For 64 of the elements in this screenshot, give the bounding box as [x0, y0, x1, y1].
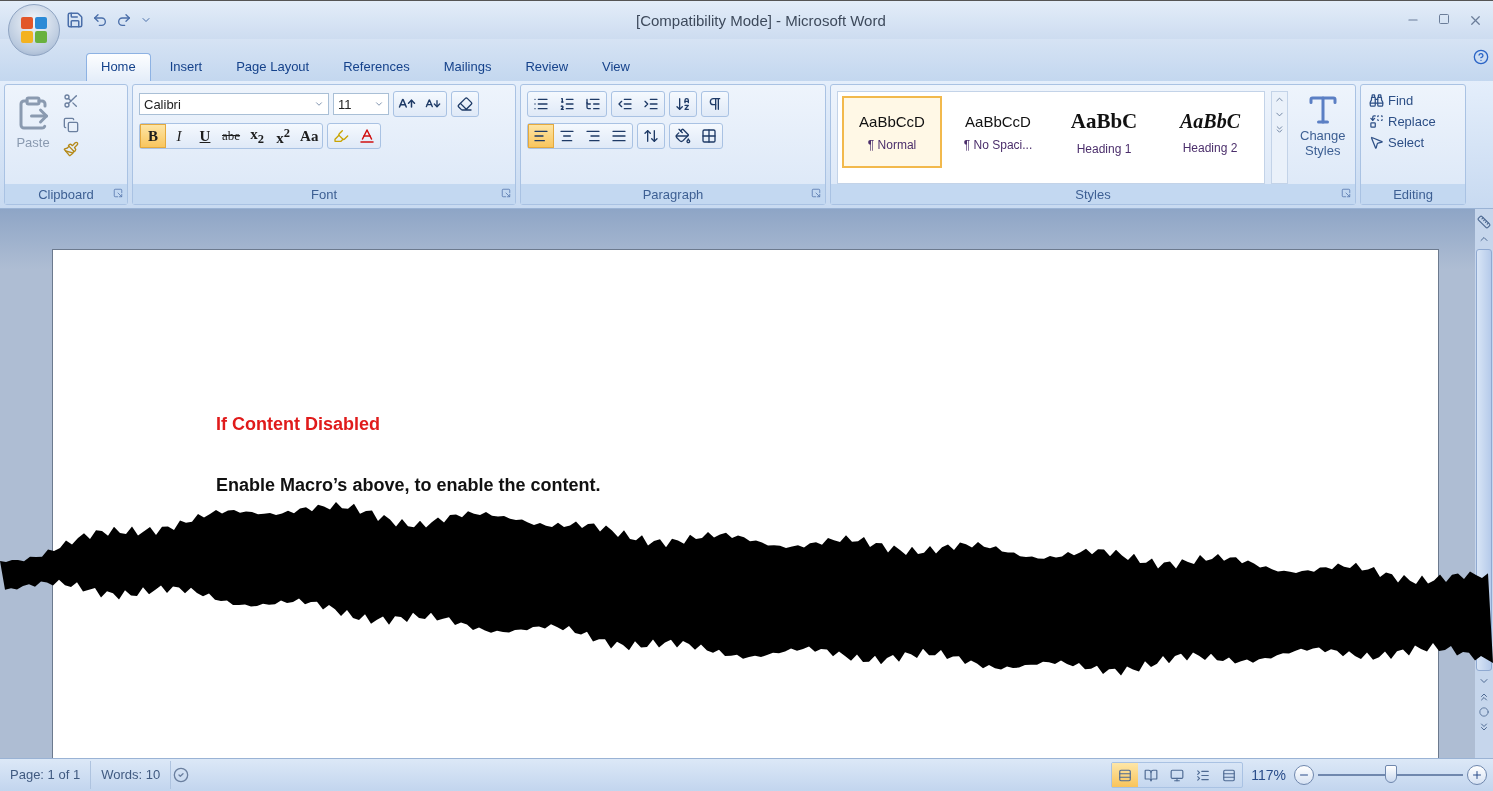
page-count: Page: 1 of 1 — [0, 761, 92, 789]
format-toggle[interactable]: abe — [218, 124, 245, 148]
dialog-launcher-icon[interactable] — [811, 188, 821, 198]
group-label: Styles — [1075, 186, 1111, 202]
find-button[interactable]: Find — [1367, 91, 1438, 110]
ribbon-tab[interactable]: Insert — [154, 53, 218, 81]
document-text: Enable Macro’s above, to enable the content. — [216, 475, 602, 496]
copy-icon[interactable] — [61, 115, 81, 135]
format-toggle[interactable]: B — [140, 124, 166, 148]
zoom-slider-thumb[interactable] — [1384, 765, 1397, 783]
ribbon-tab[interactable]: Review — [510, 53, 583, 81]
print-layout-button[interactable] — [1112, 763, 1139, 787]
dialog-launcher-icon[interactable] — [1341, 188, 1351, 198]
office-logo-icon — [20, 16, 48, 44]
undo-icon[interactable] — [92, 12, 108, 28]
save-icon[interactable] — [66, 11, 84, 29]
help-icon[interactable] — [1473, 49, 1489, 65]
plus-icon — [1471, 769, 1483, 781]
redo-icon[interactable] — [116, 12, 132, 28]
window-title: [Compatibility Mode] - Microsoft Word — [635, 11, 887, 29]
maximize-icon[interactable] — [1438, 12, 1450, 25]
ribbon-tab[interactable]: View — [587, 53, 645, 81]
font-name-field[interactable]: Calibri — [139, 93, 329, 115]
replace-button[interactable]: Replace — [1367, 112, 1438, 131]
ribbon-tab[interactable]: Mailings — [428, 53, 507, 81]
group-label: Clipboard — [38, 186, 94, 202]
ribbon-tab[interactable]: References — [328, 53, 425, 81]
ribbon-tab[interactable]: Page Layout — [221, 53, 325, 81]
format-toggle[interactable]: x$^{2}$ — [270, 124, 297, 148]
next-page-icon[interactable] — [1478, 721, 1490, 733]
select-button[interactable]: Select — [1367, 133, 1438, 152]
pointer-icon — [1369, 135, 1384, 150]
document-text: If Content Disabled — [216, 414, 381, 435]
style-item[interactable]: AaBbCcD ¶ Normal — [842, 96, 942, 168]
binoculars-icon — [1369, 93, 1384, 108]
page-icon — [1118, 767, 1133, 783]
group-label: Font — [311, 186, 337, 202]
change-case-button[interactable]: Aa — [296, 124, 323, 148]
lines-icon — [1222, 767, 1237, 783]
ruler-icon[interactable] — [1477, 215, 1491, 229]
caret-icon — [374, 99, 384, 109]
dialog-launcher-icon[interactable] — [113, 188, 123, 198]
replace-icon — [1369, 114, 1384, 129]
ribbon-tab[interactable]: Home — [86, 53, 151, 81]
format-painter-icon[interactable] — [61, 139, 81, 159]
zoom-level: 117% — [1250, 767, 1287, 783]
group-label: Paragraph — [642, 186, 704, 202]
change-styles-button[interactable]: Change Styles — [1294, 91, 1352, 184]
format-toggle[interactable]: I — [166, 124, 192, 148]
dialog-launcher-icon[interactable] — [501, 188, 511, 198]
monitor-icon — [1170, 767, 1185, 783]
format-toggle[interactable]: x$_{2}$ — [244, 124, 271, 148]
caret-icon — [314, 99, 324, 109]
format-toggle[interactable]: U — [192, 124, 218, 148]
book-icon — [1144, 767, 1159, 783]
browse-object-icon[interactable] — [1479, 707, 1489, 717]
font-size-field[interactable]: 11 — [333, 93, 389, 115]
previous-page-icon[interactable] — [1478, 691, 1490, 703]
zoom-out-button[interactable] — [1294, 765, 1314, 785]
group-label: Editing — [1393, 186, 1433, 202]
outline-icon — [1196, 767, 1211, 783]
zoom-in-button[interactable] — [1467, 765, 1487, 785]
word-count: Words: 10 — [91, 761, 172, 789]
align-left-icon[interactable] — [528, 124, 554, 148]
